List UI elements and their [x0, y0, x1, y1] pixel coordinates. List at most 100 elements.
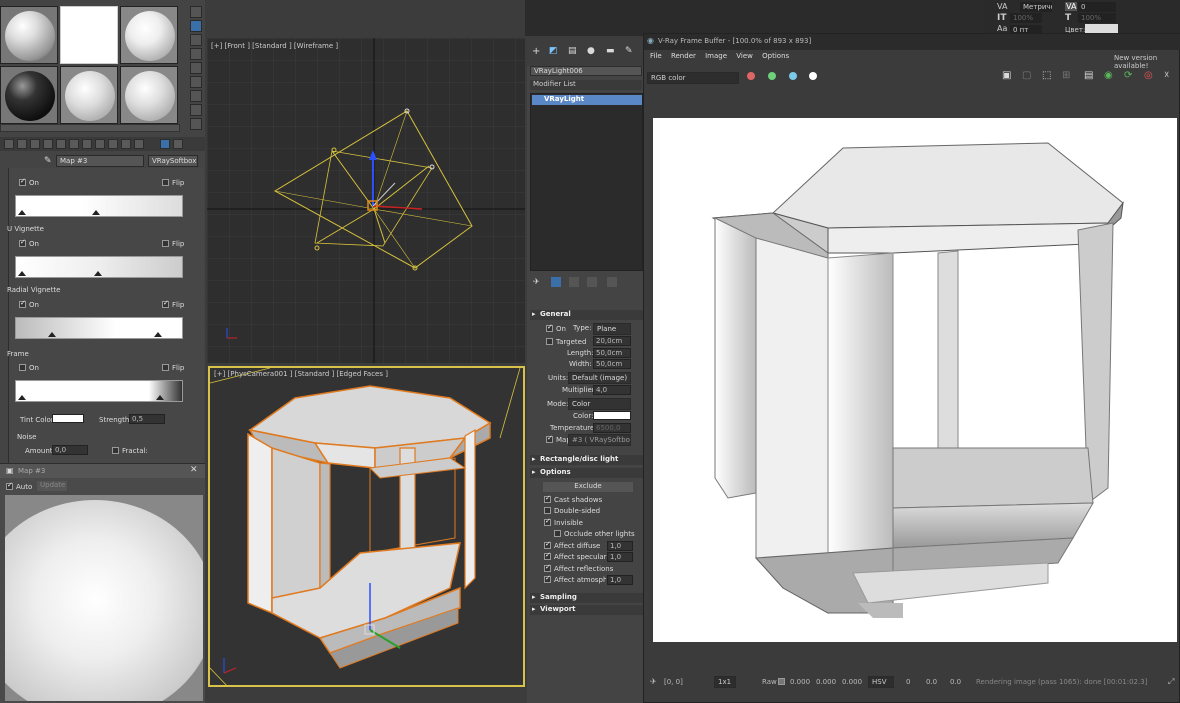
horizontal-scale-field[interactable]: 100% [1077, 12, 1117, 24]
affect-atmospherics-spinner[interactable]: 1,0 [607, 575, 633, 585]
map-checkbox[interactable] [546, 434, 553, 443]
amount-spinner[interactable]: 0,0 [52, 445, 88, 455]
flip-checkbox[interactable] [162, 364, 169, 371]
history-icon[interactable]: ▤ [1084, 70, 1093, 81]
channel-dropdown[interactable]: RGB color [647, 72, 739, 84]
green-channel-icon[interactable] [768, 72, 776, 80]
ramp-flag[interactable] [18, 210, 26, 215]
tint-color-swatch[interactable] [52, 414, 84, 423]
flip-checkbox[interactable] [162, 179, 169, 186]
assign-material-icon[interactable] [30, 139, 40, 149]
affect-reflections-checkbox[interactable] [544, 563, 551, 572]
viewport-label[interactable]: [+] [Front ] [Standard ] [Wireframe ] [211, 42, 338, 50]
put-library-icon[interactable] [82, 139, 92, 149]
ramp-flag[interactable] [18, 395, 26, 400]
video-color-icon[interactable] [190, 62, 202, 74]
region-icon[interactable]: ⬚ [1042, 70, 1051, 81]
ratio-dropdown[interactable]: 1x1 [714, 676, 736, 688]
pin-icon[interactable]: ✈ [650, 677, 657, 686]
length-spinner[interactable]: 50,0cm [593, 348, 631, 358]
options-icon[interactable] [190, 90, 202, 102]
sampling-rollout-header[interactable]: Sampling [530, 593, 643, 603]
preview-icon[interactable] [190, 76, 202, 88]
motion-tab-icon[interactable]: ● [587, 46, 595, 56]
create-tab-icon[interactable]: + [532, 46, 540, 57]
unique-icon[interactable] [69, 139, 79, 149]
occlude-checkbox[interactable] [554, 530, 561, 537]
on-checkbox[interactable] [19, 177, 26, 186]
fractal-checkbox[interactable] [112, 447, 119, 454]
targeted-checkbox[interactable] [546, 338, 553, 345]
menu-options[interactable]: Options [762, 52, 789, 60]
vfb-titlebar[interactable]: ◉ V-Ray Frame Buffer - [100.0% of 893 x … [644, 34, 1180, 50]
cast-shadows-checkbox[interactable] [544, 494, 551, 503]
menu-image[interactable]: Image [705, 52, 727, 60]
general-rollout-header[interactable]: General [530, 310, 643, 320]
on-checkbox[interactable] [19, 238, 26, 247]
color-space-dropdown[interactable]: HSV [868, 676, 894, 688]
make-unique-icon[interactable] [569, 277, 579, 287]
affect-diffuse-checkbox[interactable] [544, 540, 551, 549]
units-dropdown[interactable]: Default (image) [568, 372, 631, 384]
on-checkbox[interactable] [19, 364, 26, 371]
expand-icon[interactable]: ⤢ [1168, 677, 1174, 687]
update-button[interactable]: Update [37, 481, 67, 491]
show-end-icon[interactable] [551, 277, 561, 287]
affect-specular-spinner[interactable]: 1,0 [607, 552, 633, 562]
map-name-dropdown[interactable]: Map #3 [56, 155, 144, 167]
viewport-label[interactable]: [+] [PhysCamera001 ] [Standard ] [Edged … [214, 370, 388, 378]
rectangle-disc-rollout-header[interactable]: Rectangle/disc light [530, 455, 643, 465]
front-viewport[interactable]: [+] [Front ] [Standard ] [Wireframe ] [207, 38, 525, 363]
map-type-button[interactable]: VRaySoftbox [148, 155, 198, 167]
strength-spinner[interactable]: 0,5 [129, 414, 165, 424]
gradient-ramp[interactable] [15, 317, 183, 339]
ramp-flag[interactable] [156, 395, 164, 400]
ramp-flag[interactable] [48, 332, 56, 337]
mode-dropdown[interactable]: Color [568, 398, 631, 410]
alpha-channel-icon[interactable] [809, 72, 817, 80]
sibling-icon[interactable] [173, 139, 183, 149]
save-icon[interactable]: ▣ [1002, 70, 1011, 81]
affect-specular-checkbox[interactable] [544, 551, 551, 560]
flip-checkbox[interactable] [162, 299, 169, 308]
raw-checkbox[interactable] [778, 678, 785, 685]
ramp-flag[interactable] [154, 332, 162, 337]
width-spinner[interactable]: 50,0cm [593, 359, 631, 369]
affect-diffuse-spinner[interactable]: 1,0 [607, 541, 633, 551]
material-slot-5[interactable] [60, 66, 118, 124]
ramp-flag[interactable] [94, 271, 102, 276]
auto-checkbox[interactable] [6, 481, 13, 490]
on-checkbox[interactable] [19, 299, 26, 308]
configure-sets-icon[interactable] [607, 277, 617, 287]
select-by-material-icon[interactable] [190, 104, 202, 116]
pin-stack-icon[interactable]: ✈ [533, 277, 540, 286]
type-dropdown[interactable]: Plane [593, 323, 631, 335]
on-checkbox[interactable] [546, 323, 553, 332]
temperature-spinner[interactable]: 6500,0 [593, 423, 631, 433]
hierarchy-tab-icon[interactable]: ▤ [568, 46, 577, 56]
show-end-icon[interactable] [121, 139, 131, 149]
material-slot-3[interactable] [120, 6, 178, 64]
material-slot-1[interactable] [0, 6, 58, 64]
show-map-icon[interactable] [108, 139, 118, 149]
stack-item[interactable]: VRayLight [532, 95, 642, 105]
modifier-list-dropdown[interactable]: Modifier List [530, 80, 642, 90]
flip-checkbox[interactable] [162, 240, 169, 247]
refresh-icon[interactable]: ⟳ [1124, 70, 1132, 81]
put-material-icon[interactable] [17, 139, 27, 149]
go-parent-icon[interactable] [134, 139, 144, 149]
ramp-flag[interactable] [18, 271, 26, 276]
track-mouse-icon[interactable]: ⊞ [1062, 70, 1070, 81]
gradient-ramp[interactable] [15, 256, 183, 278]
utilities-tab-icon[interactable]: ✎ [625, 46, 633, 56]
multiplier-spinner[interactable]: 4,0 [593, 385, 631, 395]
material-slot-6[interactable] [120, 66, 178, 124]
menu-file[interactable]: File [650, 52, 662, 60]
menu-render[interactable]: Render [671, 52, 696, 60]
load-icon[interactable]: ▢ [1022, 70, 1031, 81]
remove-modifier-icon[interactable] [587, 277, 597, 287]
map-button[interactable]: #3 ( VRaySoftbox [568, 434, 631, 446]
target-distance-spinner[interactable]: 20,0cm [593, 336, 631, 346]
blue-channel-icon[interactable] [789, 72, 797, 80]
slots-scrollbar[interactable] [0, 124, 180, 132]
